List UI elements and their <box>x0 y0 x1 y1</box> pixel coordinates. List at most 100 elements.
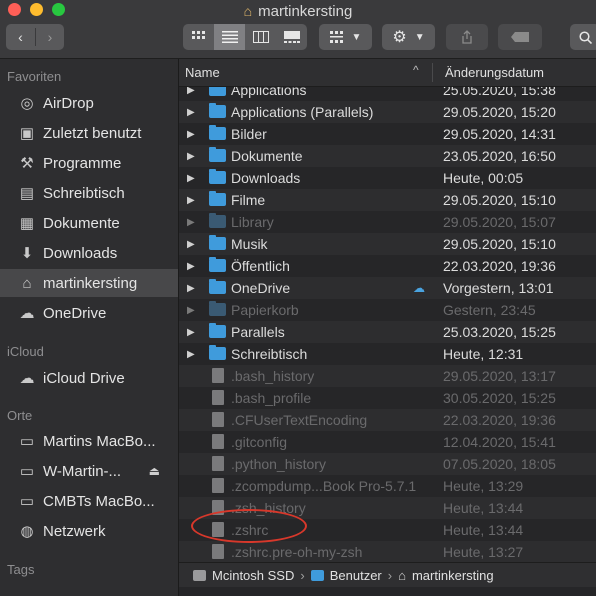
document-icon <box>212 544 224 559</box>
sidebar-item-label: Martins MacBo... <box>43 432 156 450</box>
file-name: Library <box>231 214 274 230</box>
folder-icon <box>209 147 226 162</box>
folder-row[interactable]: ▶ Papierkorb Gestern, 23:45 <box>179 299 596 321</box>
sidebar-item-location[interactable]: ▭ Martins MacBo... <box>0 427 178 455</box>
list-view-button[interactable] <box>214 24 245 50</box>
file-row[interactable]: .bash_profile 30.05.2020, 15:25 <box>179 387 596 409</box>
file-date: 29.05.2020, 15:07 <box>443 214 556 230</box>
disclosure-triangle-icon[interactable]: ▶ <box>187 107 195 118</box>
path-item-users[interactable]: Benutzer <box>310 568 382 583</box>
file-date: 29.05.2020, 15:10 <box>443 192 556 208</box>
sidebar-item-location[interactable]: ▭ W-Martin-... ⏏ <box>0 457 178 485</box>
file-date: Heute, 00:05 <box>443 170 524 186</box>
file-name: Filme <box>231 192 266 208</box>
folder-row[interactable]: ▶ Dokumente 23.05.2020, 16:50 <box>179 145 596 167</box>
disclosure-triangle-icon[interactable]: ▶ <box>187 87 195 96</box>
path-item-label: Mcintosh SSD <box>212 567 295 583</box>
group-by-button[interactable]: ▼ <box>319 24 372 50</box>
disclosure-triangle-icon[interactable]: ▶ <box>187 305 195 316</box>
chevron-right-icon[interactable]: › <box>36 29 64 45</box>
name-column-header[interactable]: Name <box>185 65 220 80</box>
folder-row[interactable]: ▶ Schreibtisch Heute, 12:31 <box>179 343 596 365</box>
file-row[interactable]: .CFUserTextEncoding 22.03.2020, 19:36 <box>179 409 596 431</box>
path-item-disk[interactable]: Mcintosh SSD <box>193 568 294 583</box>
folder-row[interactable]: ▶ Applications (Parallels) 29.05.2020, 15:… <box>179 101 596 123</box>
icon-view-button[interactable] <box>183 24 214 50</box>
document-icon <box>212 390 224 405</box>
folder-icon <box>209 279 226 294</box>
sidebar-item-applications[interactable]: ⚒ Programme <box>0 149 178 177</box>
file-name: .python_history <box>231 456 326 472</box>
document-icon <box>212 434 224 449</box>
folder-row[interactable]: ▶ Musik 29.05.2020, 15:10 <box>179 233 596 255</box>
disclosure-triangle-icon[interactable]: ▶ <box>187 195 195 206</box>
group-icon <box>329 31 343 43</box>
cloud-icon: ☁ <box>19 370 35 387</box>
folder-row[interactable]: ▶ Öffentlich 22.03.2020, 19:36 <box>179 255 596 277</box>
sidebar-item-location[interactable]: ▭ CMBTs MacBo... <box>0 487 178 515</box>
folder-row[interactable]: ▶ Parallels 25.03.2020, 15:25 <box>179 321 596 343</box>
folder-row[interactable]: ▶ Bilder 29.05.2020, 14:31 <box>179 123 596 145</box>
disclosure-triangle-icon[interactable]: ▶ <box>187 129 195 140</box>
folder-row[interactable]: ▶ Filme 29.05.2020, 15:10 <box>179 189 596 211</box>
sidebar-item-recents[interactable]: ▣ Zuletzt benutzt <box>0 119 178 147</box>
highlight-circle-annotation <box>191 509 307 543</box>
window-title: ⌂ martinkersting <box>0 0 596 22</box>
tag-button[interactable] <box>498 24 542 50</box>
file-date: 07.05.2020, 18:05 <box>443 456 556 472</box>
file-row[interactable]: .python_history 07.05.2020, 18:05 <box>179 453 596 475</box>
disclosure-triangle-icon[interactable]: ▶ <box>187 173 195 184</box>
sidebar-item-downloads[interactable]: ⬇ Downloads <box>0 239 178 267</box>
folder-icon <box>209 169 226 184</box>
column-divider[interactable] <box>432 63 433 82</box>
sidebar-item-network[interactable]: ◍ Netzwerk <box>0 517 178 545</box>
sidebar-item-home[interactable]: ⌂ martinkersting <box>0 269 178 297</box>
file-row[interactable]: .zcompdump...Book Pro-5.7.1 Heute, 13:29 <box>179 475 596 497</box>
cloud-icon: ☁ <box>413 281 425 295</box>
path-item-home[interactable]: ⌂ martinkersting <box>398 568 494 583</box>
network-icon: ◍ <box>20 523 34 540</box>
action-menu-button[interactable]: ⚙ ▼ <box>382 24 435 50</box>
file-name: .zcompdump...Book Pro-5.7.1 <box>231 478 417 494</box>
search-icon <box>578 30 592 44</box>
folder-row[interactable]: ▶ Applications 25.05.2020, 15:38 <box>179 87 596 101</box>
sidebar-item-onedrive[interactable]: ☁ OneDrive <box>0 299 178 327</box>
date-column-header[interactable]: Änderungsdatum <box>445 65 544 80</box>
file-name: Dokumente <box>231 148 303 164</box>
search-button[interactable] <box>570 24 596 50</box>
recents-icon: ▣ <box>19 125 35 142</box>
column-view-button[interactable] <box>245 24 276 50</box>
file-row[interactable]: .gitconfig 12.04.2020, 15:41 <box>179 431 596 453</box>
file-name: OneDrive <box>231 280 291 296</box>
file-date: 23.05.2020, 16:50 <box>443 148 556 164</box>
sidebar-item-label: Netzwerk <box>43 522 106 540</box>
disclosure-triangle-icon[interactable]: ▶ <box>187 283 195 294</box>
chevron-left-icon[interactable]: ‹ <box>6 29 35 45</box>
applications-icon: ⚒ <box>20 155 34 172</box>
file-row[interactable]: .zshrc.pre-oh-my-zsh Heute, 13:27 <box>179 541 596 563</box>
folder-row[interactable]: ▶ Library 29.05.2020, 15:07 <box>179 211 596 233</box>
sidebar-item-label: Downloads <box>43 244 118 262</box>
folder-row[interactable]: ▶ Downloads Heute, 00:05 <box>179 167 596 189</box>
disclosure-triangle-icon[interactable]: ▶ <box>187 217 195 228</box>
share-button[interactable] <box>446 24 488 50</box>
file-date: Heute, 13:29 <box>443 478 524 494</box>
disclosure-triangle-icon[interactable]: ▶ <box>187 151 195 162</box>
eject-icon[interactable]: ⏏ <box>149 464 160 478</box>
sidebar-item-icloud-drive[interactable]: ☁ iCloud Drive <box>0 364 178 392</box>
disclosure-triangle-icon[interactable]: ▶ <box>187 327 195 338</box>
sidebar-item-documents[interactable]: ▦ Dokumente <box>0 209 178 237</box>
sidebar-item-airdrop[interactable]: ◎ AirDrop <box>0 89 178 117</box>
sidebar-item-desktop[interactable]: ▤ Schreibtisch <box>0 179 178 207</box>
sidebar-item-label: CMBTs MacBo... <box>43 492 155 510</box>
disclosure-triangle-icon[interactable]: ▶ <box>187 261 195 272</box>
path-item-label: martinkersting <box>411 567 494 583</box>
folder-row[interactable]: ▶ OneDrive ☁ Vorgestern, 13:01 <box>179 277 596 299</box>
file-name: .CFUserTextEncoding <box>231 412 368 428</box>
file-name: Öffentlich <box>231 258 290 274</box>
disclosure-triangle-icon[interactable]: ▶ <box>187 239 195 250</box>
file-row[interactable]: .bash_history 29.05.2020, 13:17 <box>179 365 596 387</box>
gallery-view-button[interactable] <box>276 24 307 50</box>
disclosure-triangle-icon[interactable]: ▶ <box>187 349 195 360</box>
folder-icon <box>209 323 226 338</box>
